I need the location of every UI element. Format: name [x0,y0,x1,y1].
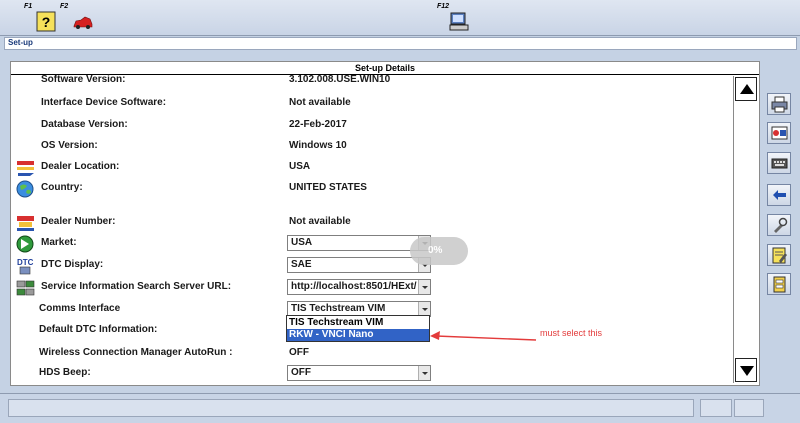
dealer-location-icon [17,161,34,176]
search-server-url-label: Service Information Search Server URL: [41,281,232,292]
pc-monitor-icon [449,12,469,31]
print-button[interactable] [767,93,791,115]
annotation-note: must select this [540,328,603,338]
svg-text:DTC: DTC [17,258,34,267]
dtc-icon: DTC [17,258,34,275]
country-label: Country: [41,182,83,193]
comms-option-tis-techstream[interactable]: TIS Techstream VIM [287,317,429,329]
comms-interface-dropdown[interactable]: TIS Techstream VIM RKW - VNCI Nano [286,315,430,342]
row-dealer-number: Dealer Number: Not available [11,213,736,233]
dealer-number-icon [17,216,34,231]
row-database-version: Database Version: 22-Feb-2017 [11,116,736,136]
country-value: UNITED STATES [289,182,367,193]
f12-pc-button[interactable]: F12 [437,3,473,34]
hds-beep-select[interactable]: OFF [287,365,431,381]
chevron-down-icon[interactable] [418,366,430,380]
notes-edit-icon [772,247,787,264]
row-interface-device-software: Interface Device Software: Not available [11,94,736,114]
market-select-value: USA [291,237,313,248]
tools-button[interactable] [767,214,791,236]
hds-beep-select-value: OFF [291,367,311,378]
f2-label: F2 [60,3,69,10]
row-dealer-location: Dealer Location: USA [11,158,736,178]
print-screen-button[interactable] [767,122,791,144]
row-os-version: OS Version: Windows 10 [11,137,736,157]
search-server-url-value: http://localhost:8501/HExt/ [291,281,417,292]
comms-interface-select-value: TIS Techstream VIM [291,303,386,314]
search-server-url-select[interactable]: http://localhost:8501/HExt/ [287,279,431,295]
comms-interface-label: Comms Interface [39,303,121,314]
dtc-display-label: DTC Display: [41,259,104,270]
printer-icon [771,96,788,113]
notes-button[interactable] [767,244,791,266]
scroll-down-button[interactable] [735,358,757,382]
row-country: Country: UNITED STATES [11,179,736,199]
database-version-label: Database Version: [41,119,128,130]
default-dtc-information-label: Default DTC Information: [39,324,158,335]
keyboard-icon [771,158,788,169]
vehicle-car-icon [73,16,93,29]
dealer-number-value: Not available [289,216,351,227]
keyboard-button[interactable] [767,152,791,174]
software-version-value: 3.102.008.USE.WIN10 [289,74,391,85]
section-title: Set-up [8,38,33,47]
row-wireless-autorun: Wireless Connection Manager AutoRun : OF… [11,344,736,364]
document-icon [773,276,786,293]
os-version-value: Windows 10 [289,140,347,151]
row-market: Market: USA [11,234,736,254]
dealer-location-label: Dealer Location: [41,161,120,172]
f1-label: F1 [24,3,33,10]
annotation-arrow [430,331,537,341]
document-button[interactable] [767,273,791,295]
chevron-down-icon[interactable] [418,302,430,316]
database-version-value: 22-Feb-2017 [289,119,347,130]
software-version-label: Software Version: [41,74,126,85]
market-label: Market: [41,237,77,248]
f2-vehicle-button[interactable]: F2 [60,3,96,34]
svg-text:?: ? [42,14,51,30]
dtc-display-select[interactable]: SAE [287,257,431,273]
status-field-2 [734,399,764,417]
loading-percent: 0% [428,245,443,256]
chevron-down-icon[interactable] [418,280,430,294]
interface-device-software-value: Not available [289,97,351,108]
dtc-display-select-value: SAE [291,259,312,270]
hds-beep-label: HDS Beep: [39,367,91,378]
os-version-label: OS Version: [41,140,98,151]
top-toolbar: F1 ? F2 F12 [0,0,800,36]
server-icon [16,280,35,296]
dealer-location-value: USA [289,161,311,172]
globe-icon [16,180,34,198]
help-question-icon: ? [36,11,56,32]
market-icon [16,235,34,253]
loading-indicator: 0% [410,237,468,265]
row-hds-beep: HDS Beep: OFF [11,364,736,384]
back-button[interactable] [767,184,791,206]
status-bar [0,393,800,423]
back-arrow-icon [773,190,786,200]
scroll-up-button[interactable] [735,77,757,101]
interface-device-software-label: Interface Device Software: [41,97,167,108]
section-title-bar: Set-up [4,37,797,50]
tools-icon [774,217,788,233]
row-dtc-display: DTC DTC Display: SAE [11,256,736,276]
row-search-server-url: Service Information Search Server URL: h… [11,278,736,298]
dealer-number-label: Dealer Number: [41,216,116,227]
wireless-autorun-label: Wireless Connection Manager AutoRun : [39,347,233,358]
status-field-1 [700,399,732,417]
print-screen-icon [771,126,788,140]
row-software-version: Software Version: 3.102.008.USE.WIN10 [11,71,736,91]
status-field-main [8,399,694,417]
f12-label: F12 [437,3,450,10]
vertical-scrollbar[interactable] [733,76,757,383]
wireless-autorun-value: OFF [289,347,309,358]
f1-help-button[interactable]: F1 ? [24,3,60,34]
comms-option-rkw-vnci-nano[interactable]: RKW - VNCI Nano [287,329,429,341]
